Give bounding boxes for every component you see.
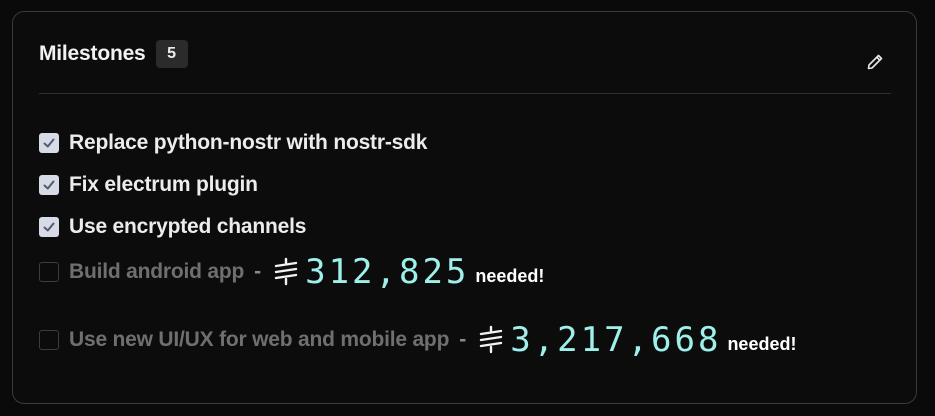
sats-needed: 312,825 needed! [273, 252, 544, 292]
milestone-label: Build android app [69, 260, 245, 283]
milestone-checkbox[interactable] [39, 262, 59, 282]
milestone-item: Use encrypted channels [39, 206, 899, 248]
milestone-item: Use new UI/UX for web and mobile app - 3… [39, 316, 899, 364]
milestone-checkbox[interactable] [39, 217, 59, 237]
needed-label: needed! [727, 333, 797, 354]
milestone-label: Fix electrum plugin [69, 173, 258, 196]
milestones-card: Milestones 5 Replace python-nostr with n… [12, 11, 917, 404]
milestone-checkbox[interactable] [39, 133, 59, 153]
sats-amount: 312,825 [305, 252, 470, 292]
sats-needed: 3,217,668 needed! [478, 320, 796, 360]
sats-icon [274, 257, 298, 286]
milestone-separator: - [254, 260, 262, 283]
milestone-item: Fix electrum plugin [39, 164, 899, 206]
milestone-list: Replace python-nostr with nostr-sdk Fix … [39, 122, 899, 364]
milestone-separator: - [459, 328, 467, 351]
milestone-label: Replace python-nostr with nostr-sdk [69, 131, 428, 154]
needed-label: needed! [475, 265, 545, 286]
milestones-title: Milestones [39, 41, 146, 65]
milestone-checkbox[interactable] [39, 175, 59, 195]
milestone-label: Use encrypted channels [69, 215, 307, 238]
pencil-icon[interactable] [865, 52, 885, 72]
sats-amount: 3,217,668 [510, 320, 722, 360]
sats-icon [480, 325, 503, 354]
milestone-checkbox[interactable] [39, 330, 59, 350]
milestones-header: Milestones 5 [39, 12, 891, 94]
milestone-label: Use new UI/UX for web and mobile app [69, 328, 450, 351]
milestones-count-badge: 5 [155, 39, 188, 68]
milestone-item: Replace python-nostr with nostr-sdk [39, 122, 899, 164]
milestone-item: Build android app - 312,825 needed! [39, 248, 899, 296]
